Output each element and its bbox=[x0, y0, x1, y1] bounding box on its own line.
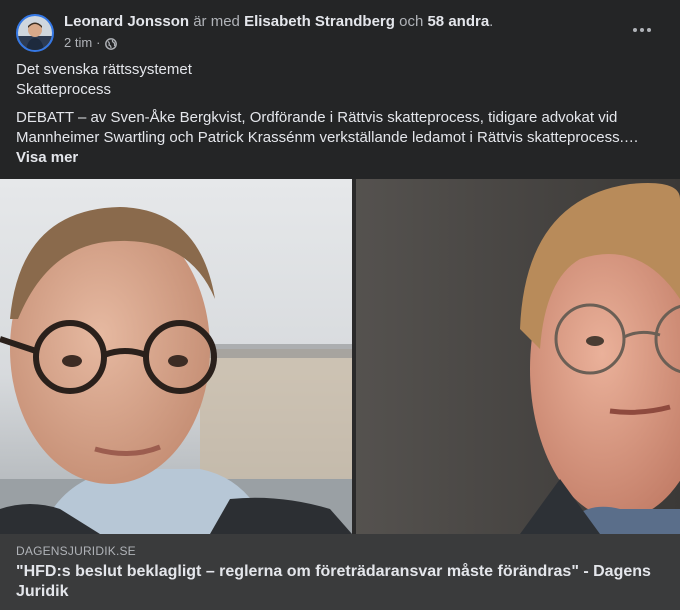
more-options-icon bbox=[633, 28, 651, 32]
avatar-portrait-icon bbox=[18, 16, 52, 50]
link-title[interactable]: "HFD:s beslut beklagligt – reglerna om f… bbox=[16, 562, 664, 602]
post-text-line: DEBATT – av Sven-Åke Bergkvist, Ordföran… bbox=[16, 109, 618, 126]
and-text: och bbox=[399, 13, 424, 30]
tagged-name[interactable]: Elisabeth Strandberg bbox=[244, 13, 395, 30]
post-author-line: Leonard Jonsson är med Elisabeth Strandb… bbox=[64, 12, 493, 32]
post-text-line: Mannheimer Swartling och Patrick Krassén… bbox=[16, 129, 639, 146]
link-preview-image[interactable] bbox=[0, 179, 680, 534]
post-text-line: Skatteprocess bbox=[16, 81, 112, 98]
post-text: Det svenska rättssystemet Skatteprocess … bbox=[16, 60, 664, 168]
more-options-button[interactable] bbox=[628, 18, 656, 42]
meta-separator: · bbox=[96, 35, 101, 50]
post-meta: 2 tim · bbox=[64, 34, 117, 52]
author-avatar[interactable] bbox=[16, 14, 54, 52]
feed-post: Leonard Jonsson är med Elisabeth Strandb… bbox=[0, 0, 680, 610]
globe-icon[interactable] bbox=[104, 37, 117, 50]
author-name[interactable]: Leonard Jonsson bbox=[64, 13, 189, 30]
post-text-line: Det svenska rättssystemet bbox=[16, 61, 192, 78]
link-preview-footer[interactable]: DAGENSJURIDIK.SE "HFD:s beslut beklaglig… bbox=[0, 534, 680, 610]
post-header: Leonard Jonsson är med Elisabeth Strandb… bbox=[16, 12, 664, 56]
link-domain: DAGENSJURIDIK.SE bbox=[16, 544, 136, 558]
period-text: . bbox=[489, 13, 494, 30]
others-link[interactable]: 58 andra bbox=[427, 13, 489, 30]
with-text: är med bbox=[193, 13, 240, 30]
see-more-link[interactable]: Visa mer bbox=[16, 148, 664, 168]
post-time[interactable]: 2 tim bbox=[64, 34, 92, 52]
